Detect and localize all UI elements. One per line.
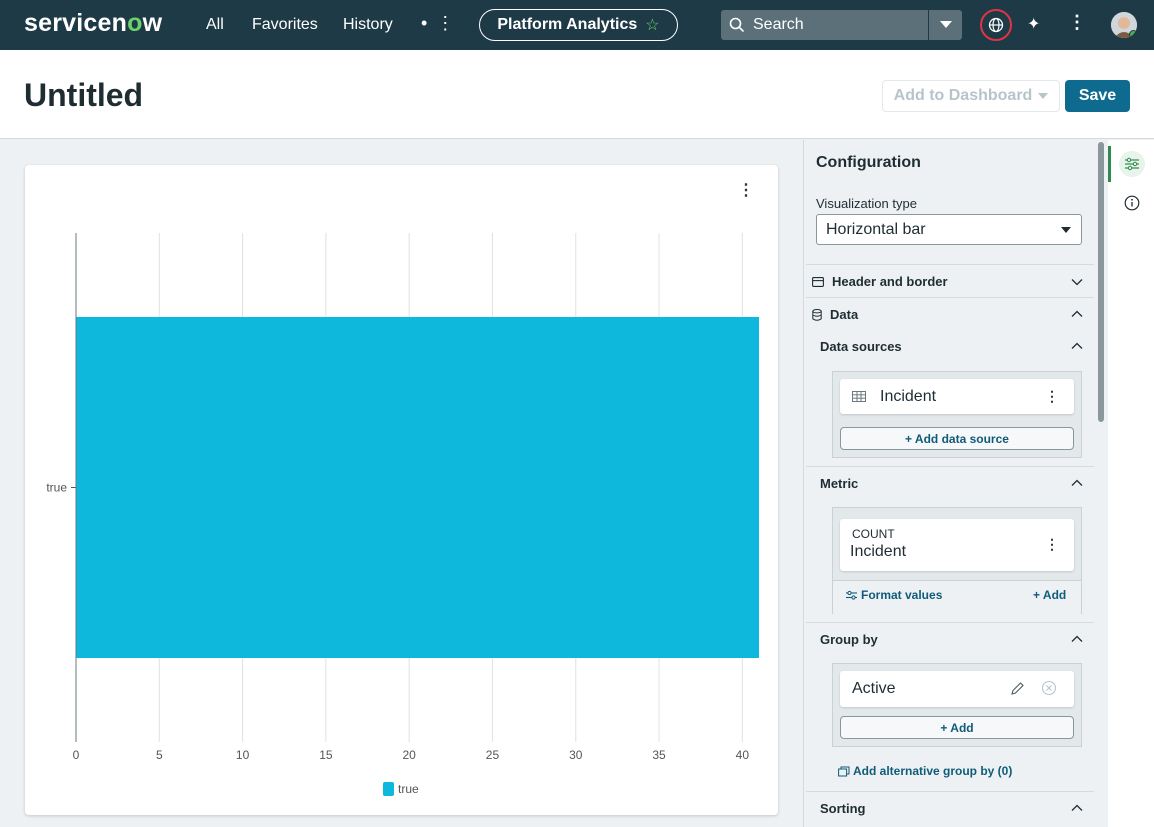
divider [806,622,1094,623]
section-header-and-border[interactable]: Header and border [812,274,948,289]
globe-icon [988,17,1004,33]
search-scope-dropdown[interactable] [929,10,962,40]
data-source-item[interactable]: Incident ⋮ [840,379,1074,414]
nav-history[interactable]: History [343,16,393,34]
info-tab-button[interactable] [1119,190,1145,216]
chevron-up-icon[interactable] [1070,632,1084,646]
search-icon [729,17,745,33]
caret-down-icon [939,21,952,28]
database-icon [812,308,822,321]
legend-swatch [383,782,394,796]
nav-favorites[interactable]: Favorites [252,16,318,34]
divider [806,791,1094,792]
metric-menu-icon[interactable]: ⋮ [1045,536,1059,553]
add-group-by-button[interactable]: + Add [840,716,1074,739]
y-tick-label: true [46,481,67,495]
section-data[interactable]: Data [812,307,858,322]
clear-icon[interactable] [1041,680,1057,696]
star-icon[interactable]: ☆ [645,15,659,35]
table-icon [852,391,866,402]
x-tick-label: 20 [402,748,416,762]
add-to-dashboard-button[interactable]: Add to Dashboard [882,80,1060,112]
app-pill-platform-analytics[interactable]: Platform Analytics ☆ [479,9,678,41]
add-data-source-button[interactable]: + Add data source [840,427,1074,450]
pencil-icon[interactable] [1010,681,1025,696]
metric-item[interactable]: COUNT Incident ⋮ [840,519,1074,571]
x-tick-label: 0 [73,748,80,762]
page-header: Untitled Add to Dashboard Save [0,50,1154,139]
sliders-icon [1125,157,1139,171]
avatar[interactable] [1111,12,1137,38]
legend-label: true [398,782,419,796]
chevron-up-icon[interactable] [1070,307,1084,321]
x-tick-label: 10 [236,748,250,762]
x-tick-label: 30 [569,748,583,762]
group-by-item[interactable]: Active [840,671,1074,707]
bar [76,316,759,659]
more-options-icon[interactable]: ⋮ [1068,12,1086,33]
nav-all[interactable]: All [206,16,224,34]
divider [806,297,1094,298]
nav-more-button[interactable]: • ⋮ [421,13,456,34]
chevron-down-icon[interactable] [1070,275,1084,289]
x-tick-label: 5 [156,748,163,762]
data-sources-box: Incident ⋮ + Add data source [832,371,1082,458]
configuration-tab-button[interactable] [1119,151,1145,177]
info-icon [1124,195,1140,211]
metric-box: COUNT Incident ⋮ Format values + Add [832,507,1082,614]
viz-type-value: Horizontal bar [826,220,926,238]
divider [806,264,1094,265]
alt-group-by-label: Add alternative group by (0) [853,764,1013,778]
search-placeholder: Search [753,16,804,33]
group-by-field: Active [852,680,896,697]
data-label: Data [830,307,859,322]
active-indicator [1108,146,1111,182]
group-by-heading[interactable]: Group by [820,632,878,647]
right-rail [1108,140,1154,827]
online-status-icon [1129,30,1137,38]
add-alternative-group-by-link[interactable]: Add alternative group by (0) [838,764,1012,778]
sliders-icon [846,590,857,600]
configuration-panel: Configuration Visualization type Horizon… [803,140,1106,827]
globe-button[interactable] [980,9,1012,41]
page-title[interactable]: Untitled [24,77,143,114]
sparkle-icon[interactable]: ✦ [1027,14,1040,34]
caret-down-icon [1038,92,1049,99]
metric-table: Incident [850,543,907,560]
header-border-label: Header and border [832,274,948,289]
visualization-type-select[interactable]: Horizontal bar [816,214,1082,245]
viz-type-label: Visualization type [816,196,917,211]
group-by-box: Active + Add [832,663,1082,747]
chevron-up-icon[interactable] [1070,801,1084,815]
caret-down-icon [1061,227,1071,233]
alt-group-icon [838,766,850,776]
x-tick-label: 35 [652,748,666,762]
search-input[interactable]: Search [721,10,928,40]
save-button[interactable]: Save [1065,80,1130,112]
config-title: Configuration [816,154,921,171]
servicenow-logo[interactable]: servicenow [24,9,162,38]
top-nav: servicenow All Favorites History • ⋮ Pla… [0,0,1154,50]
app-pill-label: Platform Analytics [497,16,638,33]
sorting-heading[interactable]: Sorting [820,801,866,816]
x-tick-label: 15 [319,748,333,762]
chart-card: ⋮ 0 5 10 15 20 25 30 35 40 true true [25,165,778,815]
bar-chart: 0 5 10 15 20 25 30 35 40 true true [46,233,759,796]
chevron-up-icon[interactable] [1070,339,1084,353]
header-border-icon [812,276,824,287]
divider [806,466,1094,467]
format-values-label: Format values [861,588,943,602]
format-values-link[interactable]: Format values [846,588,942,602]
data-source-menu-icon[interactable]: ⋮ [1045,388,1059,405]
metric-aggregation: COUNT [852,527,895,541]
x-tick-label: 40 [736,748,750,762]
x-tick-label: 25 [486,748,500,762]
add-to-dashboard-label: Add to Dashboard [893,87,1033,104]
data-source-name: Incident [880,388,937,405]
config-scrollbar[interactable] [1098,142,1104,422]
add-metric-button[interactable]: + Add [1033,588,1066,602]
data-sources-heading[interactable]: Data sources [820,339,902,354]
metric-heading[interactable]: Metric [820,476,858,491]
chevron-up-icon[interactable] [1070,476,1084,490]
